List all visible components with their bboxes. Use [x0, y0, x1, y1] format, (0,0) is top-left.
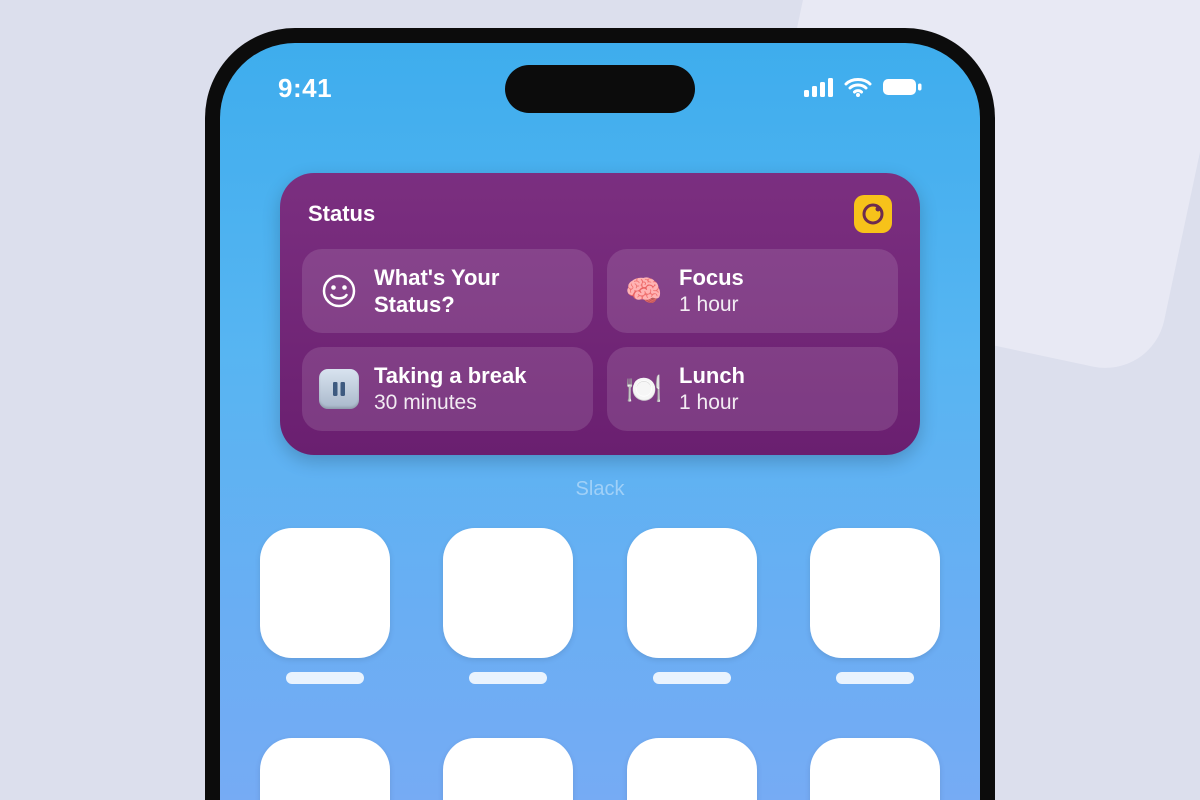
wifi-icon	[844, 73, 872, 104]
status-tile-lunch[interactable]: 🍽️ Lunch 1 hour	[607, 347, 898, 431]
tile-subtitle: 1 hour	[679, 292, 744, 318]
app-placeholder[interactable]	[443, 738, 573, 800]
app-placeholder[interactable]	[810, 738, 940, 800]
battery-icon	[882, 73, 922, 104]
home-row-2	[260, 738, 940, 800]
widget-title: Status	[308, 201, 375, 227]
app-placeholder[interactable]	[443, 528, 573, 684]
brain-icon: 🧠	[623, 270, 665, 312]
status-tile-custom[interactable]: What's Your Status?	[302, 249, 593, 333]
phone-screen: 9:41 Status	[220, 43, 980, 800]
tile-subtitle: 30 minutes	[374, 390, 526, 416]
tile-subtitle: 1 hour	[679, 390, 745, 416]
home-row-1	[260, 528, 940, 684]
app-placeholder[interactable]	[260, 528, 390, 684]
cellular-icon	[804, 73, 834, 104]
plate-icon: 🍽️	[623, 368, 665, 410]
app-placeholder[interactable]	[627, 738, 757, 800]
app-placeholder[interactable]	[810, 528, 940, 684]
app-placeholder[interactable]	[627, 528, 757, 684]
status-time: 9:41	[278, 73, 332, 104]
pause-icon	[318, 368, 360, 410]
widget-label: Slack	[220, 478, 980, 501]
tile-title: What's Your	[374, 264, 499, 292]
status-widget[interactable]: Status What's Your Status? 🧠	[280, 173, 920, 455]
phone-frame: 9:41 Status	[205, 28, 995, 800]
tile-title: Taking a break	[374, 362, 526, 390]
tile-title: Lunch	[679, 362, 745, 390]
tile-title: Focus	[679, 264, 744, 292]
tile-title-line2: Status?	[374, 291, 499, 319]
app-placeholder[interactable]	[260, 738, 390, 800]
smiley-icon	[318, 270, 360, 312]
status-bar: 9:41	[220, 73, 980, 104]
status-tile-break[interactable]: Taking a break 30 minutes	[302, 347, 593, 431]
slack-app-icon	[854, 195, 892, 233]
status-tile-focus[interactable]: 🧠 Focus 1 hour	[607, 249, 898, 333]
